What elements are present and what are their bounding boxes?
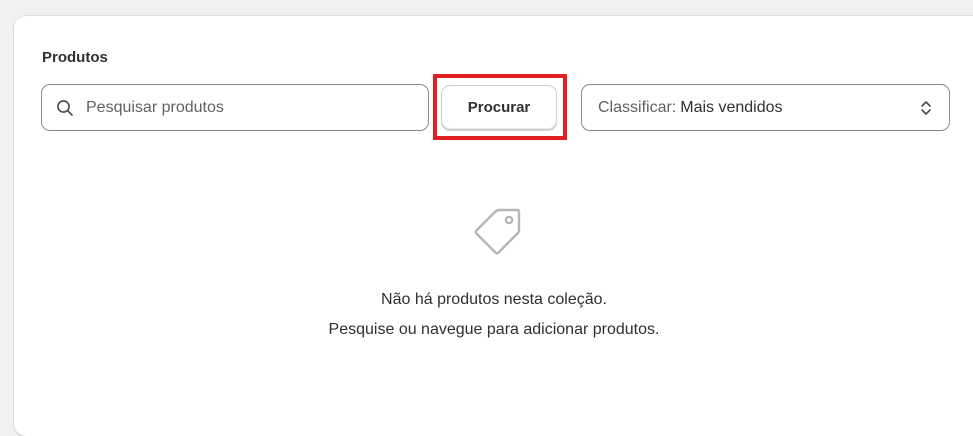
- tag-icon: [474, 208, 521, 255]
- empty-state-message: Não há produtos nesta coleção.: [381, 291, 607, 308]
- chevron-up-down-icon: [921, 101, 931, 115]
- sort-value: Mais vendidos: [680, 98, 783, 116]
- products-card: Produtos Procurar Classificar: Mais vend…: [14, 16, 973, 436]
- sort-select[interactable]: Classificar: Mais vendidos: [581, 84, 950, 131]
- search-field[interactable]: [41, 84, 429, 131]
- search-button[interactable]: Procurar: [441, 85, 557, 130]
- section-title: Produtos: [42, 49, 108, 66]
- sort-prefix: Classificar:: [598, 98, 677, 116]
- empty-state-hint: Pesquise ou navegue para adicionar produ…: [328, 321, 660, 338]
- search-icon: [57, 99, 73, 116]
- search-input[interactable]: [84, 97, 418, 118]
